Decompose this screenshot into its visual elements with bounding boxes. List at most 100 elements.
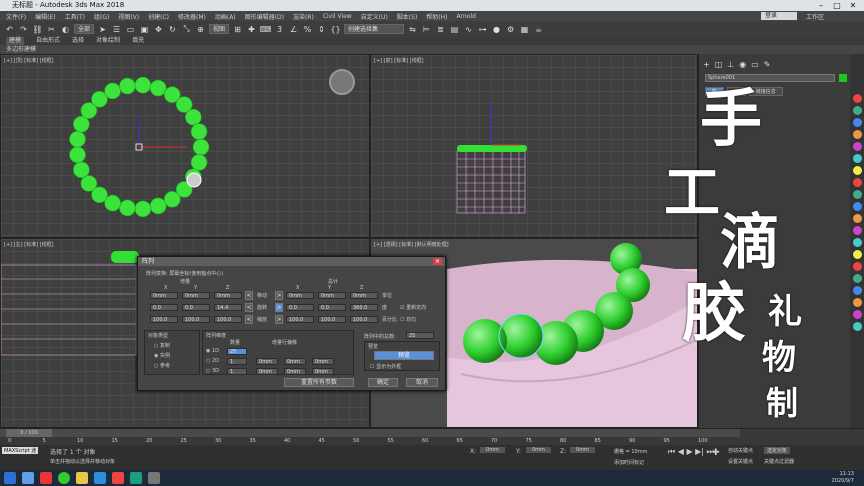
app-icon[interactable]: [852, 202, 862, 211]
edit-named-sel-icon[interactable]: {}: [330, 24, 341, 35]
rotate-incr-y[interactable]: 0.0: [182, 304, 210, 311]
keyboard-shortcut-icon[interactable]: ⌨: [260, 24, 272, 35]
place-icon[interactable]: ⊕: [195, 24, 206, 35]
maxscript-listener[interactable]: MAXScript 迷: [2, 447, 39, 454]
app-icon[interactable]: [852, 310, 862, 319]
z-coord-field[interactable]: 0mm: [570, 447, 595, 453]
scale-left-arrow[interactable]: <: [245, 315, 253, 324]
time-slider-thumb[interactable]: 0 / 100: [6, 429, 52, 437]
workspace-label[interactable]: 工作区: [806, 12, 824, 21]
render-setup-icon[interactable]: ⚙: [505, 24, 516, 35]
tab-populate[interactable]: 填充: [132, 37, 144, 45]
playback-controls[interactable]: ⏮ ◀ ▶ ▶| ⏭: [668, 447, 714, 457]
menu-file[interactable]: 文件(F): [6, 12, 26, 21]
count-3d-field[interactable]: 1: [227, 368, 247, 375]
app-icon[interactable]: [852, 286, 862, 295]
viewcube-icon[interactable]: [329, 69, 355, 95]
menu-tools[interactable]: 工具(T): [65, 12, 85, 21]
tab-object-paint[interactable]: 对象绘制: [96, 37, 120, 45]
reference-radio[interactable]: ○ 参考: [154, 362, 170, 369]
auto-key-button[interactable]: 自动关键点: [728, 447, 753, 454]
app-icon[interactable]: [852, 250, 862, 259]
app-icon[interactable]: [852, 94, 862, 103]
app-icon[interactable]: [852, 238, 862, 247]
offset-2d-x[interactable]: 0mm: [256, 358, 278, 365]
menu-customize[interactable]: 自定义(U): [361, 12, 388, 21]
taskbar-app-icon[interactable]: [40, 472, 52, 484]
close-icon[interactable]: ✕: [846, 0, 860, 11]
taskbar-app-icon[interactable]: [22, 472, 34, 484]
app-icon[interactable]: [852, 274, 862, 283]
reference-coord-dropdown[interactable]: 视图: [209, 24, 230, 34]
key-icon[interactable]: ✚: [712, 448, 720, 458]
spinner-snap-icon[interactable]: ⇕: [316, 24, 327, 35]
instance-radio[interactable]: ◉ 实例: [154, 352, 170, 359]
menu-graph-editors[interactable]: 图形编辑器(D): [245, 12, 284, 21]
menu-edit[interactable]: 编辑(E): [35, 12, 55, 21]
move-tot-z[interactable]: 0mm: [350, 292, 378, 299]
rotate-tot-y[interactable]: 0.0: [318, 304, 346, 311]
app-icon[interactable]: [852, 118, 862, 127]
undo-icon[interactable]: ↶: [4, 24, 15, 35]
select-by-name-icon[interactable]: ☰: [111, 24, 122, 35]
set-key-button[interactable]: 设置关键点: [728, 458, 753, 465]
count-1d-field[interactable]: 25: [227, 348, 247, 355]
utilities-tab-icon[interactable]: ✎: [764, 60, 771, 69]
app-icon[interactable]: [852, 262, 862, 271]
scale-icon[interactable]: ⤡: [181, 24, 192, 35]
scale-tot-x[interactable]: 100.0: [286, 316, 314, 323]
menu-group[interactable]: 组(G): [94, 12, 109, 21]
snap-icon[interactable]: 3: [274, 24, 285, 35]
viewport-top[interactable]: [+] [顶] [标准] [线框]: [0, 54, 370, 238]
x-coord-field[interactable]: 0mm: [480, 447, 505, 453]
taskbar-app-icon[interactable]: [112, 472, 124, 484]
rotate-left-arrow[interactable]: <: [245, 303, 253, 312]
offset-3d-y[interactable]: 0mm: [284, 368, 306, 375]
align-icon[interactable]: ⊨: [421, 24, 432, 35]
offset-2d-y[interactable]: 0mm: [284, 358, 306, 365]
render-frame-icon[interactable]: ▦: [519, 24, 530, 35]
offset-3d-z[interactable]: 0mm: [312, 368, 334, 375]
display-as-box-checkbox[interactable]: ☐ 显示为外框: [370, 363, 401, 370]
mirror-icon[interactable]: ⇋: [407, 24, 418, 35]
menu-script[interactable]: 脚本(S): [397, 12, 418, 21]
app-icon[interactable]: [852, 154, 862, 163]
maximize-icon[interactable]: □: [830, 0, 844, 11]
render-icon[interactable]: ☕: [533, 24, 544, 35]
tab-selection[interactable]: 选择: [72, 37, 84, 45]
system-clock[interactable]: 11:13 2020/9/7: [832, 471, 854, 485]
move-tot-y[interactable]: 0mm: [318, 292, 346, 299]
layer-icon[interactable]: ≣: [435, 24, 446, 35]
y-coord-field[interactable]: 0mm: [526, 447, 551, 453]
menu-modifiers[interactable]: 修改器(M): [178, 12, 206, 21]
percent-snap-icon[interactable]: %: [302, 24, 313, 35]
app-icon[interactable]: [852, 130, 862, 139]
dialog-close-icon[interactable]: ✕: [433, 258, 442, 265]
menu-render[interactable]: 渲染(R): [293, 12, 314, 21]
uniform-checkbox[interactable]: ☐ 均匀: [400, 316, 416, 323]
dim-2d-radio[interactable]: ○ 2D: [206, 358, 219, 364]
app-icon[interactable]: [852, 298, 862, 307]
curve-editor-icon[interactable]: ∿: [463, 24, 474, 35]
menu-help[interactable]: 帮助(H): [426, 12, 447, 21]
scale-incr-z[interactable]: 100.0: [214, 316, 242, 323]
signin-button[interactable]: 登录: [760, 12, 797, 20]
taskbar-app-icon[interactable]: [148, 472, 160, 484]
move-incr-x[interactable]: 0mm: [150, 292, 178, 299]
pivot-icon[interactable]: ⊞: [232, 24, 243, 35]
move-incr-y[interactable]: 0mm: [182, 292, 210, 299]
selected-dropdown[interactable]: 选定对象: [764, 447, 791, 454]
app-icon[interactable]: [852, 226, 862, 235]
menu-animation[interactable]: 动画(A): [215, 12, 236, 21]
window-crossing-icon[interactable]: ▣: [139, 24, 150, 35]
scale-incr-y[interactable]: 100.0: [182, 316, 210, 323]
minimize-icon[interactable]: –: [814, 0, 828, 11]
dim-3d-radio[interactable]: ○ 3D: [206, 368, 219, 374]
ok-button[interactable]: 确定: [368, 378, 398, 387]
time-slider-track[interactable]: 0 / 100: [0, 429, 740, 437]
move-tot-x[interactable]: 0mm: [286, 292, 314, 299]
link-icon[interactable]: ⛓: [32, 24, 43, 35]
manipulate-icon[interactable]: ✚: [246, 24, 257, 35]
move-left-arrow[interactable]: <: [245, 291, 253, 300]
scale-tot-y[interactable]: 100.0: [318, 316, 346, 323]
